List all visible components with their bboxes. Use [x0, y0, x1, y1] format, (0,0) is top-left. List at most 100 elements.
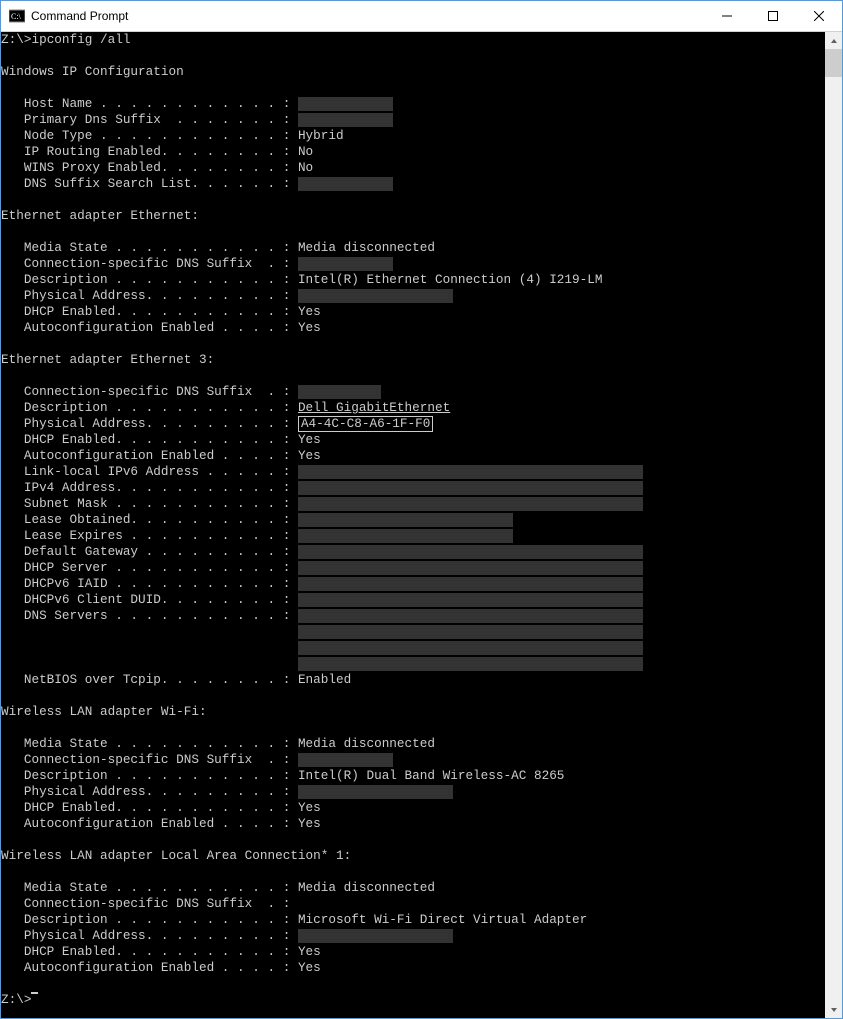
field-label: WINS Proxy Enabled. . . . . . . . : — [1, 160, 298, 176]
field-label: DHCP Enabled. . . . . . . . . . . : — [1, 800, 298, 816]
console-output[interactable]: Z:\>ipconfig /all Windows IP Configurati… — [1, 32, 825, 1018]
section-heading: Wireless LAN adapter Local Area Connecti… — [1, 848, 351, 864]
field-label: DNS Suffix Search List. . . . . . : — [1, 176, 298, 192]
field-value: Yes — [298, 448, 321, 464]
field-label: Default Gateway . . . . . . . . . : — [1, 544, 298, 560]
field-value: Media disconnected — [298, 880, 435, 896]
section-heading: Ethernet adapter Ethernet 3: — [1, 352, 214, 368]
field-label: IPv4 Address. . . . . . . . . . . : — [1, 480, 298, 496]
field-label: Primary Dns Suffix . . . . . . . : — [1, 112, 298, 128]
redacted-value — [298, 465, 643, 479]
field-label: Autoconfiguration Enabled . . . . : — [1, 816, 298, 832]
field-value: Yes — [298, 800, 321, 816]
field-value: Yes — [298, 960, 321, 976]
scroll-thumb[interactable] — [825, 49, 842, 77]
field-label: Media State . . . . . . . . . . . : — [1, 880, 298, 896]
field-value: Yes — [298, 944, 321, 960]
field-value: Intel(R) Ethernet Connection (4) I219-LM — [298, 272, 603, 288]
field-label: Physical Address. . . . . . . . . : — [1, 784, 298, 800]
field-value: Intel(R) Dual Band Wireless-AC 8265 — [298, 768, 564, 784]
field-label: DHCPv6 Client DUID. . . . . . . . : — [1, 592, 298, 608]
command-text: ipconfig /all — [31, 32, 130, 48]
field-label: Autoconfiguration Enabled . . . . : — [1, 960, 298, 976]
highlighted-value: A4-4C-C8-A6-1F-F0 — [298, 416, 433, 432]
field-value: Yes — [298, 320, 321, 336]
section-heading: Ethernet adapter Ethernet: — [1, 208, 199, 224]
redacted-value — [298, 97, 393, 111]
field-label: Description . . . . . . . . . . . : — [1, 400, 298, 416]
field-label: Connection-specific DNS Suffix . : — [1, 384, 298, 400]
prompt-text: Z:\> — [1, 32, 31, 48]
field-label: DHCP Server . . . . . . . . . . . : — [1, 560, 298, 576]
redacted-value — [298, 561, 643, 575]
redacted-value — [298, 529, 513, 543]
maximize-button[interactable] — [750, 1, 796, 31]
redacted-value — [298, 609, 643, 623]
scroll-track[interactable] — [825, 49, 842, 1001]
field-value: No — [298, 160, 313, 176]
scroll-down-button[interactable] — [825, 1001, 842, 1018]
redacted-value — [298, 577, 643, 591]
field-label: Connection-specific DNS Suffix . : — [1, 896, 290, 912]
redacted-value — [298, 481, 643, 495]
field-value: Yes — [298, 432, 321, 448]
cursor — [31, 992, 38, 994]
vertical-scrollbar[interactable] — [825, 32, 842, 1018]
redacted-value — [298, 641, 643, 655]
field-label: Lease Expires . . . . . . . . . . : — [1, 528, 298, 544]
field-label: Lease Obtained. . . . . . . . . . : — [1, 512, 298, 528]
redacted-value — [298, 625, 643, 639]
titlebar[interactable]: C:\ Command Prompt — [1, 1, 842, 32]
field-label: Link-local IPv6 Address . . . . . : — [1, 464, 298, 480]
redacted-value — [298, 545, 643, 559]
field-label: Description . . . . . . . . . . . : — [1, 912, 298, 928]
field-label: DHCP Enabled. . . . . . . . . . . : — [1, 432, 298, 448]
field-label: Host Name . . . . . . . . . . . . : — [1, 96, 298, 112]
field-label: Node Type . . . . . . . . . . . . : — [1, 128, 298, 144]
redacted-value — [298, 593, 643, 607]
field-label: Autoconfiguration Enabled . . . . : — [1, 320, 298, 336]
redacted-value — [298, 753, 393, 767]
section-heading: Windows IP Configuration — [1, 64, 184, 80]
field-label: Description . . . . . . . . . . . : — [1, 768, 298, 784]
cmd-icon: C:\ — [9, 8, 25, 24]
field-label: Connection-specific DNS Suffix . : — [1, 256, 298, 272]
field-value: Yes — [298, 304, 321, 320]
redacted-value — [298, 113, 393, 127]
redacted-value — [298, 497, 643, 511]
field-value: Hybrid — [298, 128, 344, 144]
close-button[interactable] — [796, 1, 842, 31]
field-label: Physical Address. . . . . . . . . : — [1, 288, 298, 304]
redacted-value — [298, 929, 453, 943]
redacted-value — [298, 513, 513, 527]
field-value: Dell GigabitEthernet — [298, 400, 450, 416]
svg-text:C:\: C:\ — [11, 12, 22, 21]
field-value: Media disconnected — [298, 736, 435, 752]
redacted-value — [298, 385, 381, 399]
redacted-value — [298, 289, 453, 303]
prompt-text: Z:\> — [1, 992, 31, 1008]
field-label: Physical Address. . . . . . . . . : — [1, 416, 298, 432]
redacted-value — [298, 177, 393, 191]
redacted-value — [298, 785, 453, 799]
field-label: DHCP Enabled. . . . . . . . . . . : — [1, 944, 298, 960]
minimize-button[interactable] — [704, 1, 750, 31]
field-value: No — [298, 144, 313, 160]
field-label: DHCPv6 IAID . . . . . . . . . . . : — [1, 576, 298, 592]
field-label: Physical Address. . . . . . . . . : — [1, 928, 298, 944]
field-label: Media State . . . . . . . . . . . : — [1, 240, 298, 256]
redacted-value — [298, 657, 643, 671]
field-label: NetBIOS over Tcpip. . . . . . . . : — [1, 672, 298, 688]
field-value: Enabled — [298, 672, 351, 688]
section-heading: Wireless LAN adapter Wi-Fi: — [1, 704, 207, 720]
field-label: Connection-specific DNS Suffix . : — [1, 752, 298, 768]
field-value: Microsoft Wi-Fi Direct Virtual Adapter — [298, 912, 587, 928]
field-label: Autoconfiguration Enabled . . . . : — [1, 448, 298, 464]
field-label: DHCP Enabled. . . . . . . . . . . : — [1, 304, 298, 320]
scroll-up-button[interactable] — [825, 32, 842, 49]
field-value: Yes — [298, 816, 321, 832]
field-value: Media disconnected — [298, 240, 435, 256]
field-label: DNS Servers . . . . . . . . . . . : — [1, 608, 298, 624]
field-label: Subnet Mask . . . . . . . . . . . : — [1, 496, 298, 512]
field-label: Description . . . . . . . . . . . : — [1, 272, 298, 288]
